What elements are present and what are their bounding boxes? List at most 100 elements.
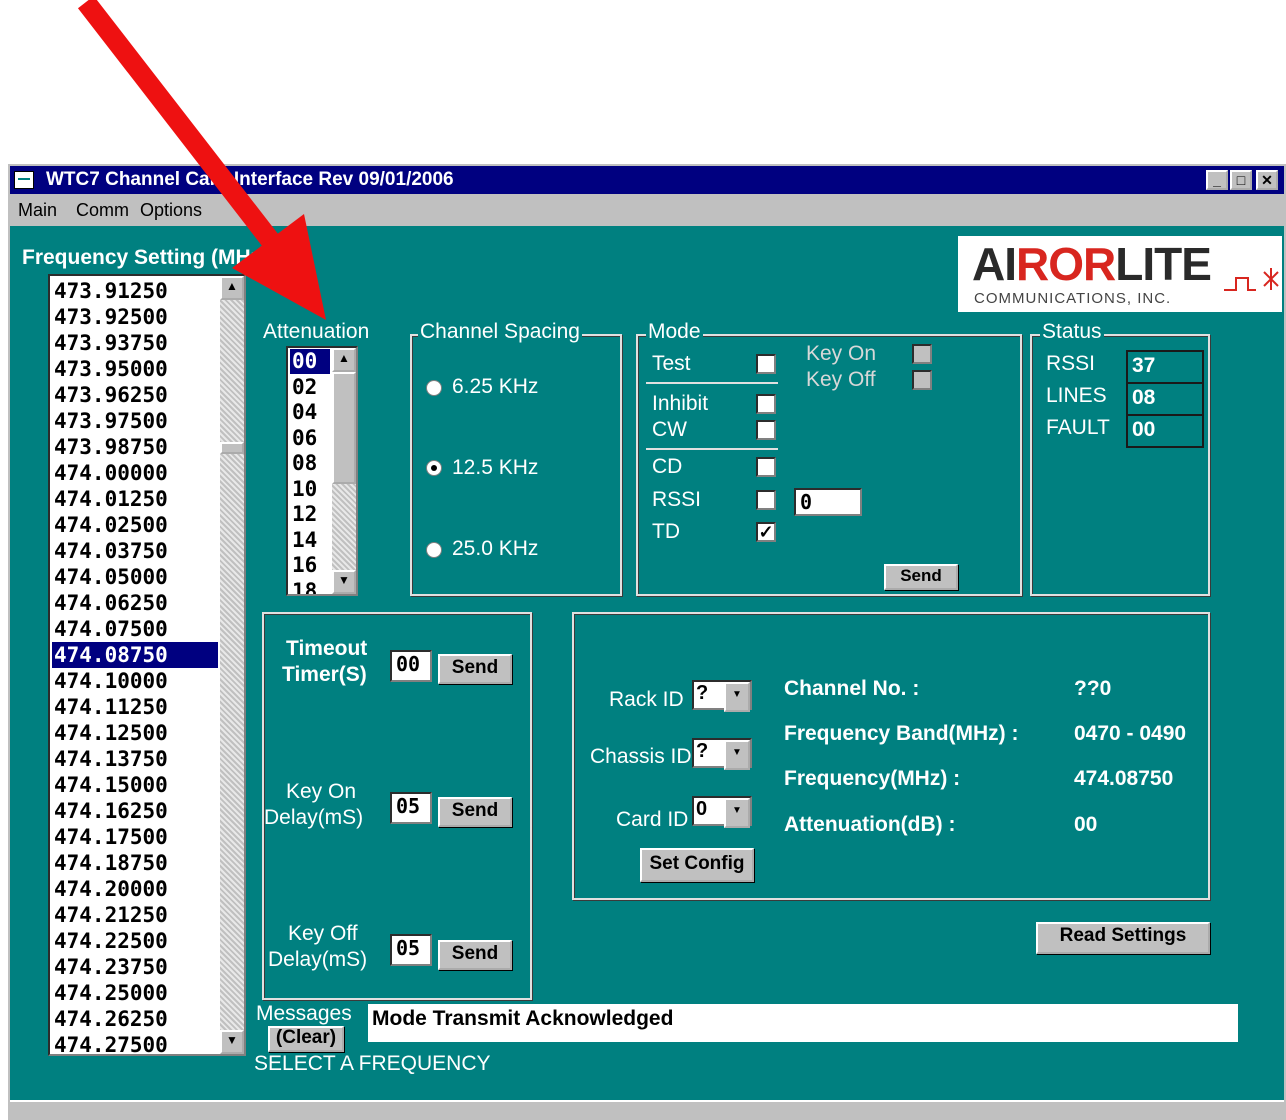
attenuation-list-item[interactable]: 16 bbox=[290, 553, 330, 578]
logo-subtitle: COMMUNICATIONS, INC. bbox=[974, 290, 1172, 307]
frequency-list-item[interactable]: 474.20000 bbox=[52, 876, 214, 902]
frequency-list-item[interactable]: 474.03750 bbox=[52, 538, 214, 564]
maximize-button[interactable]: □ bbox=[1230, 170, 1252, 190]
attenuation-list-item[interactable]: 06 bbox=[290, 426, 330, 451]
frequency-list-item[interactable]: 474.00000 bbox=[52, 460, 214, 486]
test-checkbox[interactable] bbox=[756, 354, 776, 374]
attenuation-list-item[interactable]: 04 bbox=[290, 400, 330, 425]
scroll-thumb[interactable] bbox=[332, 372, 356, 484]
select-frequency-hint: SELECT A FREQUENCY bbox=[254, 1052, 491, 1075]
frequency-list-item[interactable]: 474.06250 bbox=[52, 590, 214, 616]
frequency-list-item[interactable]: 474.17500 bbox=[52, 824, 214, 850]
attenuation-list-item[interactable]: 14 bbox=[290, 528, 330, 553]
key-on-delay-label-line1: Key On bbox=[286, 780, 357, 803]
attenuation-list-item[interactable]: 08 bbox=[290, 451, 330, 476]
cd-label: CD bbox=[652, 455, 683, 478]
rssi-status-label: RSSI bbox=[1046, 352, 1096, 375]
spacing-12-5-radio[interactable] bbox=[426, 460, 442, 476]
channel-spacing-label: Channel Spacing bbox=[418, 320, 582, 344]
frequency-list-item[interactable]: 474.25000 bbox=[52, 980, 214, 1006]
channel-no-label: Channel No. : bbox=[784, 677, 920, 700]
frequency-list-item[interactable]: 474.16250 bbox=[52, 798, 214, 824]
attenuation-list-item[interactable]: 02 bbox=[290, 375, 330, 400]
chevron-down-icon[interactable]: ▼ bbox=[724, 740, 750, 770]
attenuation-list[interactable]: 00 02 04 06 08 10 12 14 16 18 ▲ ▼ bbox=[286, 346, 358, 596]
attenuation-list-item[interactable]: 12 bbox=[290, 502, 330, 527]
mode-send-button[interactable]: Send bbox=[884, 564, 958, 590]
timeout-input[interactable]: 00 bbox=[390, 650, 432, 682]
set-config-button[interactable]: Set Config bbox=[640, 848, 754, 882]
status-bar bbox=[10, 1100, 1284, 1120]
scroll-down-icon[interactable]: ▼ bbox=[332, 570, 356, 594]
key-off-delay-label-line1: Key Off bbox=[288, 922, 358, 945]
timeout-send-button[interactable]: Send bbox=[438, 654, 512, 684]
frequency-list-item[interactable]: 474.01250 bbox=[52, 486, 214, 512]
close-button[interactable]: ✕ bbox=[1256, 170, 1278, 190]
cw-label: CW bbox=[652, 418, 687, 441]
card-id-select[interactable]: 0 ▼ bbox=[692, 796, 752, 828]
frequency-list-item[interactable]: 474.08750 bbox=[52, 642, 218, 668]
attenuation-list-item[interactable]: 10 bbox=[290, 477, 330, 502]
rssi-value-input[interactable]: 0 bbox=[794, 488, 862, 516]
frequency-list-item[interactable]: 474.05000 bbox=[52, 564, 214, 590]
card-id-label: Card ID bbox=[616, 808, 689, 831]
frequency-list-item[interactable]: 474.18750 bbox=[52, 850, 214, 876]
frequency-list-item[interactable]: 474.02500 bbox=[52, 512, 214, 538]
spacing-12-5-label: 12.5 KHz bbox=[452, 456, 539, 479]
key-on-label: Key On bbox=[806, 342, 877, 365]
minimize-button[interactable]: _ bbox=[1206, 170, 1228, 190]
key-off-delay-input[interactable]: 05 bbox=[390, 934, 432, 966]
key-off-checkbox[interactable] bbox=[912, 370, 932, 390]
attenuation-list-item[interactable]: 00 bbox=[290, 349, 330, 374]
rssi-checkbox[interactable] bbox=[756, 490, 776, 510]
clear-button[interactable]: (Clear) bbox=[268, 1026, 344, 1052]
red-arrow-icon bbox=[77, 0, 326, 320]
key-off-delay-label-line2: Delay(mS) bbox=[268, 948, 368, 971]
rack-id-select[interactable]: ? ▼ bbox=[692, 680, 752, 712]
timeout-label-line2: Timer(S) bbox=[282, 663, 367, 686]
spacing-6-25-label: 6.25 KHz bbox=[452, 375, 539, 398]
frequency-scrollbar[interactable]: ▲ ▼ bbox=[220, 276, 244, 1054]
key-off-delay-send-button[interactable]: Send bbox=[438, 940, 512, 970]
inhibit-label: Inhibit bbox=[652, 392, 709, 415]
frequency-list-item[interactable]: 474.15000 bbox=[52, 772, 214, 798]
scroll-up-icon[interactable]: ▲ bbox=[332, 348, 356, 372]
td-checkbox[interactable]: ✓ bbox=[756, 522, 776, 542]
frequency-list-item[interactable]: 474.13750 bbox=[52, 746, 214, 772]
cw-checkbox[interactable] bbox=[756, 420, 776, 440]
scroll-down-icon[interactable]: ▼ bbox=[220, 1030, 244, 1054]
chassis-id-select[interactable]: ? ▼ bbox=[692, 738, 752, 770]
read-settings-button[interactable]: Read Settings bbox=[1036, 922, 1210, 954]
frequency-list-item[interactable]: 474.12500 bbox=[52, 720, 214, 746]
frequency-list-item[interactable]: 474.10000 bbox=[52, 668, 214, 694]
attenuation-scrollbar[interactable]: ▲ ▼ bbox=[332, 348, 356, 594]
lines-label: LINES bbox=[1046, 384, 1107, 407]
key-on-checkbox[interactable] bbox=[912, 344, 932, 364]
cd-checkbox[interactable] bbox=[756, 457, 776, 477]
frequency-list-item[interactable]: 474.21250 bbox=[52, 902, 214, 928]
spacing-25-0-label: 25.0 KHz bbox=[452, 537, 539, 560]
inhibit-checkbox[interactable] bbox=[756, 394, 776, 414]
frequency-list-item[interactable]: 473.95000 bbox=[52, 356, 214, 382]
key-on-delay-send-button[interactable]: Send bbox=[438, 797, 512, 827]
channel-no-value: ??0 bbox=[1074, 677, 1112, 700]
frequency-list-item[interactable]: 474.26250 bbox=[52, 1006, 214, 1032]
spacing-25-0-radio[interactable] bbox=[426, 542, 442, 558]
attenuation-list-item[interactable]: 18 bbox=[290, 579, 330, 595]
frequency-list-item[interactable]: 474.22500 bbox=[52, 928, 214, 954]
frequency-list-item[interactable]: 473.96250 bbox=[52, 382, 214, 408]
scroll-thumb[interactable] bbox=[220, 442, 244, 454]
frequency-list-item[interactable]: 474.23750 bbox=[52, 954, 214, 980]
timeout-label-line1: Timeout bbox=[286, 637, 368, 660]
spacing-6-25-radio[interactable] bbox=[426, 380, 442, 396]
frequency-list-item[interactable]: 473.98750 bbox=[52, 434, 214, 460]
fault-label: FAULT bbox=[1046, 416, 1110, 439]
frequency-list-item[interactable]: 474.07500 bbox=[52, 616, 214, 642]
frequency-list-item[interactable]: 474.27500 bbox=[52, 1032, 214, 1058]
frequency-list[interactable]: 473.91250 473.92500 473.93750 473.95000 473.… bbox=[48, 274, 246, 1058]
frequency-list-item[interactable]: 473.97500 bbox=[52, 408, 214, 434]
chevron-down-icon[interactable]: ▼ bbox=[724, 682, 750, 712]
chevron-down-icon[interactable]: ▼ bbox=[724, 798, 750, 828]
key-on-delay-input[interactable]: 05 bbox=[390, 792, 432, 824]
frequency-list-item[interactable]: 474.11250 bbox=[52, 694, 214, 720]
